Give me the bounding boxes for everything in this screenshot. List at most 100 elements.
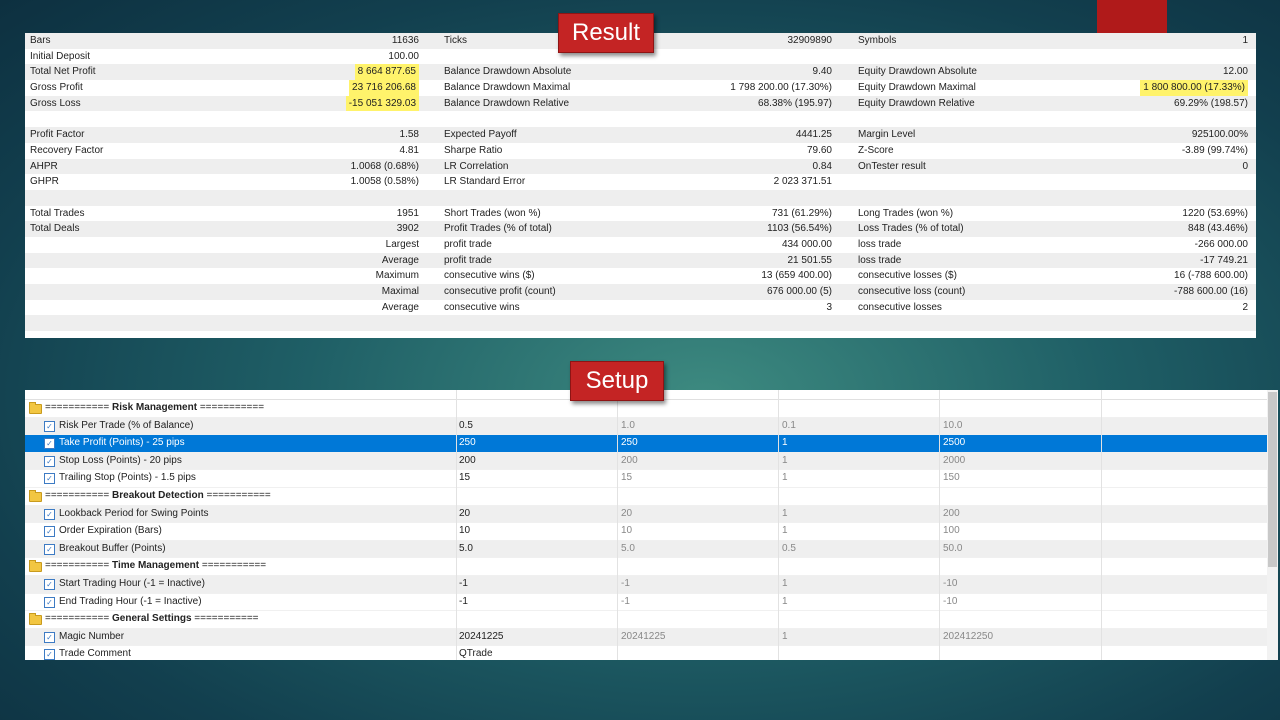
param-stop[interactable]: -10 <box>943 576 957 593</box>
param-value[interactable]: 0.5 <box>459 418 473 435</box>
param-stop[interactable]: 100 <box>943 523 960 540</box>
param-value[interactable]: 5.0 <box>459 541 473 558</box>
param-value[interactable]: 10 <box>459 523 470 540</box>
result-label-cell: Balance Drawdown Maximal <box>444 82 571 94</box>
param-stop[interactable]: 150 <box>943 470 960 487</box>
param-value[interactable]: 250 <box>459 435 476 452</box>
setup-param-row[interactable]: ✓ Risk Per Trade (% of Balance) 0.5 1.0 0.1 1… <box>25 417 1278 436</box>
setup-param-row[interactable]: ✓ Trailing Stop (Points) - 1.5 pips 15 15 1 1… <box>25 470 1278 488</box>
param-step[interactable]: 1 <box>782 629 788 646</box>
result-label-cell: Long Trades (won %) <box>858 207 954 219</box>
result-row: Largest profit trade 434 000.00 loss trade -… <box>25 237 1256 253</box>
result-row <box>25 315 1256 332</box>
param-value[interactable]: 20241225 <box>459 629 504 646</box>
param-value[interactable]: QTrade <box>459 646 493 660</box>
result-value-cell: 11636 <box>391 35 419 46</box>
checkbox-icon[interactable]: ✓ <box>44 543 55 555</box>
param-stop[interactable]: -10 <box>943 594 957 611</box>
result-label-cell: profit trade <box>444 238 492 250</box>
param-stop[interactable]: 2500 <box>943 435 965 452</box>
param-step[interactable]: 1 <box>782 453 788 470</box>
param-stop[interactable]: 2000 <box>943 453 965 470</box>
result-label-cell: consecutive losses ($) <box>858 270 957 282</box>
result-value-cell: 731 (61.29%) <box>771 207 832 219</box>
checkbox-icon[interactable]: ✓ <box>44 578 55 590</box>
param-stop[interactable]: 50.0 <box>943 541 962 558</box>
folder-icon <box>29 560 42 573</box>
folder-icon <box>29 489 42 502</box>
group-title-suffix: =========== <box>197 402 265 413</box>
folder-icon <box>29 613 42 626</box>
param-start[interactable]: 20241225 <box>621 629 666 646</box>
param-start[interactable]: 250 <box>621 435 638 452</box>
checkbox-icon[interactable]: ✓ <box>44 526 55 538</box>
checkbox-icon[interactable]: ✓ <box>44 631 55 643</box>
result-row: Recovery Factor 4.81 Sharpe Ratio 79.60 Z-Sc… <box>25 143 1256 159</box>
setup-label: Setup <box>570 361 664 401</box>
param-step[interactable]: 1 <box>782 594 788 611</box>
param-name: Trailing Stop (Points) - 1.5 pips <box>59 472 196 484</box>
setup-group-header[interactable]: =========== Breakout Detection =========… <box>25 487 1278 506</box>
param-start[interactable]: 5.0 <box>621 541 635 558</box>
checkbox-icon[interactable]: ✓ <box>44 438 55 450</box>
param-stop[interactable]: 202412250 <box>943 629 993 646</box>
setup-param-row[interactable]: ✓ Take Profit (Points) - 25 pips 250 250 1 25… <box>25 435 1278 453</box>
checkbox-icon[interactable]: ✓ <box>44 649 55 660</box>
param-step[interactable]: 0.5 <box>782 541 796 558</box>
param-step[interactable]: 1 <box>782 523 788 540</box>
result-label-cell: Equity Drawdown Absolute <box>858 66 977 78</box>
param-step[interactable]: 1 <box>782 435 788 452</box>
setup-param-row[interactable]: ✓ Breakout Buffer (Points) 5.0 5.0 0.5 50.0 <box>25 540 1278 559</box>
result-value-cell: 1220 (53.69%) <box>1182 207 1248 219</box>
checkbox-icon[interactable]: ✓ <box>44 455 55 467</box>
result-value-cell: 1.0058 (0.58%) <box>350 176 419 188</box>
setup-param-row[interactable]: ✓ Lookback Period for Swing Points 20 20 1 20… <box>25 505 1278 524</box>
setup-param-row[interactable]: ✓ Order Expiration (Bars) 10 10 1 100 <box>25 523 1278 541</box>
param-value[interactable]: 15 <box>459 470 470 487</box>
checkbox-icon[interactable]: ✓ <box>44 420 55 432</box>
setup-param-row[interactable]: ✓ Stop Loss (Points) - 20 pips 200 200 1 2000 <box>25 452 1278 471</box>
checkbox-icon[interactable]: ✓ <box>44 473 55 485</box>
setup-param-row[interactable]: ✓ Start Trading Hour (-1 = Inactive) -1 -1 1… <box>25 575 1278 594</box>
setup-rows: =========== Risk Management =========== ✓… <box>25 400 1278 660</box>
result-label-cell: Bars <box>30 35 51 46</box>
result-value-cell: 3 <box>826 301 832 313</box>
result-label-cell: Profit Factor <box>30 129 85 141</box>
param-step[interactable]: 1 <box>782 576 788 593</box>
scrollbar-thumb[interactable] <box>1268 392 1277 567</box>
result-value-cell: 1 800 800.00 (17.33%) <box>1140 80 1248 96</box>
param-start[interactable]: 10 <box>621 523 632 540</box>
result-row: Gross Profit 23 716 206.68 Balance Drawdow… <box>25 80 1256 96</box>
result-label-cell: Total Deals <box>30 223 80 235</box>
result-value-cell: 79.60 <box>806 144 832 156</box>
param-step[interactable]: 0.1 <box>782 418 796 435</box>
result-value-cell: 21 501.55 <box>787 254 833 266</box>
setup-group-header[interactable]: =========== General Settings =========== <box>25 611 1278 629</box>
checkbox-icon[interactable]: ✓ <box>44 508 55 520</box>
result-value-cell: 12.00 <box>1222 66 1248 78</box>
param-value[interactable]: -1 <box>459 594 468 611</box>
setup-param-row[interactable]: ✓ Trade Comment QTrade <box>25 646 1278 660</box>
result-label-cell: Margin Level <box>858 129 916 141</box>
setup-group-header[interactable]: =========== Time Management =========== <box>25 558 1278 576</box>
param-start[interactable]: -1 <box>621 576 630 593</box>
param-stop[interactable]: 10.0 <box>943 418 962 435</box>
param-value[interactable]: 20 <box>459 506 470 523</box>
param-start[interactable]: 15 <box>621 470 632 487</box>
param-start[interactable]: 20 <box>621 506 632 523</box>
setup-param-row[interactable]: ✓ Magic Number 20241225 20241225 1 202412250 <box>25 628 1278 647</box>
param-start[interactable]: 1.0 <box>621 418 635 435</box>
param-start[interactable]: 200 <box>621 453 638 470</box>
param-value[interactable]: -1 <box>459 576 468 593</box>
param-value[interactable]: 200 <box>459 453 476 470</box>
result-row: Total Deals 3902 Profit Trades (% of total… <box>25 221 1256 237</box>
vertical-scrollbar[interactable] <box>1267 390 1278 660</box>
checkbox-icon[interactable]: ✓ <box>44 596 55 608</box>
setup-param-row[interactable]: ✓ End Trading Hour (-1 = Inactive) -1 -1 1 -1… <box>25 594 1278 612</box>
setup-group-header[interactable]: =========== Risk Management =========== <box>25 400 1278 418</box>
result-value-cell: 1 798 200.00 (17.30%) <box>730 82 832 94</box>
param-start[interactable]: -1 <box>621 594 630 611</box>
param-step[interactable]: 1 <box>782 470 788 487</box>
param-stop[interactable]: 200 <box>943 506 960 523</box>
param-step[interactable]: 1 <box>782 506 788 523</box>
